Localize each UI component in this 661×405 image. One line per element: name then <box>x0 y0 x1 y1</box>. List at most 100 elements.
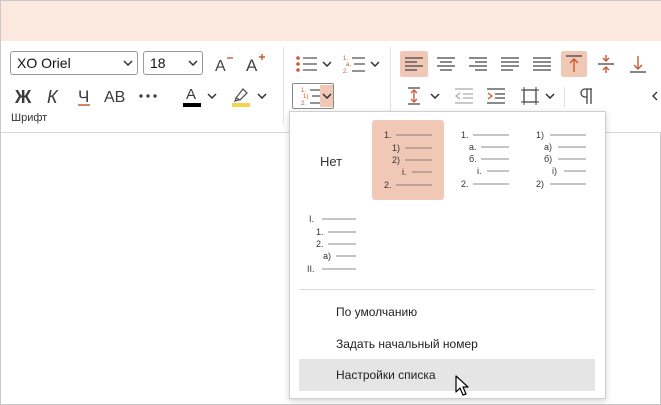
align-left-icon <box>405 57 423 71</box>
align-right-button[interactable] <box>464 51 492 77</box>
align-right-icon <box>469 57 487 71</box>
list-style-none[interactable]: Нет <box>300 122 372 202</box>
justify-icon <box>501 57 519 71</box>
svg-text:a.: a. <box>346 62 351 68</box>
preview-marker: 1) <box>536 130 544 140</box>
list-style-none-label: Нет <box>320 154 343 169</box>
preview-marker: 2. <box>461 179 469 189</box>
svg-text:Ж: Ж <box>14 87 32 107</box>
preview-marker: 1. <box>461 130 469 140</box>
preview-marker: 2) <box>536 179 544 189</box>
chevron-down-icon[interactable] <box>119 52 137 74</box>
list-preview-icon: 1) а) б) i) 2) <box>536 130 586 189</box>
highlight-button[interactable] <box>229 83 253 109</box>
line-spacing-button[interactable] <box>400 83 428 109</box>
increase-font-size-button[interactable]: A <box>243 49 269 77</box>
list-style-numbered-paren[interactable]: 1) а) б) i) 2) <box>518 120 590 200</box>
increase-indent-icon <box>487 88 505 104</box>
svg-text:2.: 2. <box>301 101 306 106</box>
bullet-list-dropdown[interactable] <box>321 56 333 72</box>
list-style-roman-mixed[interactable]: I. 1. 2. а) II. <box>300 202 372 282</box>
highlighter-icon <box>232 88 250 107</box>
all-caps-button[interactable]: АВ <box>101 83 129 109</box>
chevron-down-icon <box>207 93 217 99</box>
increase-font-icon: A <box>246 54 265 75</box>
svg-text:A: A <box>215 58 226 75</box>
decrease-font-size-button[interactable]: A <box>211 51 237 77</box>
svg-text:A: A <box>246 56 258 75</box>
ribbon-divider <box>564 87 565 107</box>
multilevel-list-dropdown[interactable] <box>320 85 333 107</box>
menu-item-list-settings[interactable]: Настройки списка <box>299 359 595 391</box>
svg-text:A: A <box>186 86 196 103</box>
preview-marker: 2) <box>392 155 400 165</box>
numbered-list-button[interactable]: 1. a. 2. <box>341 51 369 77</box>
align-left-button[interactable] <box>400 51 428 77</box>
title-bar <box>1 1 661 41</box>
preview-marker: а. <box>469 142 477 152</box>
align-top-button[interactable] <box>561 51 587 77</box>
chevron-down-icon <box>370 61 380 67</box>
increase-indent-button[interactable] <box>482 83 510 109</box>
all-caps-icon: АВ <box>104 89 125 106</box>
borders-dropdown[interactable] <box>544 88 556 104</box>
multilevel-list-menu: Нет 1. 1) 2) i. 2. 1. а. б. i. 2. 1) а) … <box>289 111 606 399</box>
preview-marker: i. <box>402 167 407 177</box>
app-window: XO Oriel 18 A A Ж К Ч АВ A Шрифт 1. a. 2… <box>0 0 661 405</box>
preview-marker: 2. <box>316 239 324 249</box>
chevron-down-icon <box>545 93 555 99</box>
pilcrow-icon <box>580 88 592 104</box>
chevron-down-icon[interactable] <box>184 52 202 74</box>
list-style-numbered-mixed[interactable]: 1. 1) 2) i. 2. <box>372 120 444 200</box>
font-size-combo[interactable]: 18 <box>143 51 203 75</box>
font-size-value: 18 <box>150 55 166 71</box>
more-options-button[interactable] <box>135 83 161 109</box>
menu-item-label: По умолчанию <box>336 305 418 319</box>
font-color-dropdown[interactable] <box>205 88 219 104</box>
italic-button[interactable]: К <box>41 83 67 109</box>
bold-button[interactable]: Ж <box>10 83 36 109</box>
chevron-left-icon <box>652 91 658 101</box>
italic-icon: К <box>47 87 59 107</box>
align-middle-icon <box>598 55 614 73</box>
line-spacing-icon <box>408 87 420 105</box>
distributed-button[interactable] <box>528 51 556 77</box>
menu-item-default[interactable]: По умолчанию <box>299 296 595 328</box>
underline-button[interactable]: Ч <box>71 83 97 109</box>
menu-divider <box>299 289 595 290</box>
svg-text:1): 1) <box>303 94 308 100</box>
align-middle-button[interactable] <box>593 51 619 77</box>
bullet-list-button[interactable] <box>293 51 321 77</box>
list-style-numbered-alpha[interactable]: 1. а. б. i. 2. <box>445 120 517 200</box>
line-spacing-dropdown[interactable] <box>429 88 441 104</box>
align-bottom-button[interactable] <box>625 51 651 77</box>
show-formatting-button[interactable] <box>573 83 599 109</box>
borders-icon <box>521 87 539 105</box>
numbered-list-dropdown[interactable] <box>369 56 381 72</box>
justify-button[interactable] <box>496 51 524 77</box>
distributed-icon <box>533 57 551 71</box>
font-name-combo[interactable]: XO Oriel <box>10 51 138 75</box>
preview-marker: 1. <box>384 130 392 140</box>
preview-marker: i. <box>477 166 482 176</box>
highlight-dropdown[interactable] <box>255 88 269 104</box>
menu-item-set-start-number[interactable]: Задать начальный номер <box>299 328 595 360</box>
font-name-value: XO Oriel <box>17 55 71 71</box>
decrease-font-icon: A <box>215 57 233 75</box>
preview-marker: б. <box>469 154 477 164</box>
svg-text:К: К <box>47 87 59 107</box>
underline-icon: Ч <box>78 87 90 106</box>
ribbon-scroll-left[interactable] <box>649 83 661 109</box>
decrease-indent-button[interactable] <box>450 83 478 109</box>
paragraph-borders-button[interactable] <box>516 83 544 109</box>
chevron-down-icon <box>321 93 332 99</box>
align-top-icon <box>566 55 582 72</box>
numbered-list-icon: 1. a. 2. <box>343 56 365 75</box>
font-color-button[interactable]: A <box>180 83 204 109</box>
preview-marker: б) <box>544 154 552 164</box>
preview-marker: 2. <box>384 180 392 190</box>
bold-icon: Ж <box>14 87 32 107</box>
bullet-list-icon <box>296 56 317 72</box>
preview-marker: i) <box>552 166 557 176</box>
align-center-button[interactable] <box>432 51 460 77</box>
